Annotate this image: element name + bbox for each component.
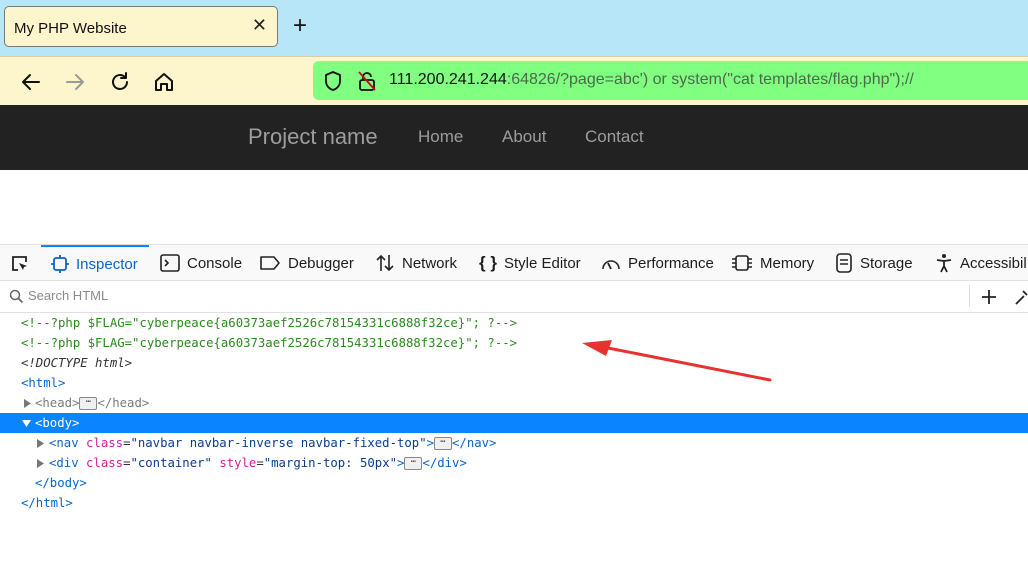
attr-value: "navbar navbar-inverse navbar-fixed-top" bbox=[130, 436, 427, 450]
tab-performance[interactable]: Performance bbox=[601, 245, 714, 281]
debugger-icon bbox=[260, 256, 280, 270]
browser-tab[interactable]: My PHP Website ✕ bbox=[4, 6, 278, 47]
storage-icon bbox=[836, 253, 852, 273]
tab-label: Inspector bbox=[76, 255, 138, 273]
divider bbox=[969, 285, 970, 307]
tab-label: Performance bbox=[628, 254, 714, 272]
attr-name: class bbox=[86, 456, 124, 470]
annotation-arrow bbox=[582, 340, 772, 382]
tab-label: Accessibil bbox=[960, 254, 1027, 272]
expand-arrow-icon[interactable] bbox=[24, 399, 31, 408]
inspector-icon bbox=[51, 255, 69, 273]
tag-text: </html> bbox=[21, 496, 73, 510]
doctype-text: <!DOCTYPE html> bbox=[21, 356, 133, 370]
accessibility-icon bbox=[936, 254, 952, 273]
tag-text: </body> bbox=[35, 476, 87, 490]
attr-name: style bbox=[219, 456, 257, 470]
tree-node-body-close[interactable]: </body> bbox=[0, 473, 1028, 493]
tree-node-html-close[interactable]: </html> bbox=[0, 493, 1028, 513]
tree-node-doctype[interactable]: <!DOCTYPE html> bbox=[0, 353, 1028, 373]
tag-text: </head> bbox=[97, 396, 150, 410]
search-html-bar bbox=[0, 281, 1028, 313]
collapse-arrow-icon[interactable] bbox=[22, 420, 31, 427]
back-icon[interactable] bbox=[20, 71, 42, 93]
tab-accessibility[interactable]: Accessibil bbox=[935, 245, 1027, 281]
comment-text: <!--?php $FLAG="cyberpeace{a60373aef2526… bbox=[21, 316, 518, 330]
tag-text: <body> bbox=[35, 416, 80, 430]
tree-node-head[interactable]: <head> ⋯ </head> bbox=[0, 393, 1028, 413]
network-icon bbox=[376, 254, 394, 272]
tag-text: </div> bbox=[422, 456, 467, 470]
tag-text: </nav> bbox=[452, 436, 497, 450]
insecure-lock-icon[interactable] bbox=[357, 70, 377, 92]
tab-label: Console bbox=[187, 254, 243, 272]
tag-text: <head> bbox=[35, 396, 80, 410]
close-tab-icon[interactable]: ✕ bbox=[252, 15, 267, 36]
tab-label: Memory bbox=[760, 254, 815, 272]
url-bar[interactable]: 111.200.241.244:64826/?page=abc') or sys… bbox=[313, 61, 1028, 100]
tab-label: Network bbox=[402, 254, 458, 272]
search-html-input[interactable] bbox=[28, 288, 928, 303]
expand-arrow-icon[interactable] bbox=[37, 439, 44, 448]
tree-node-comment[interactable]: <!--?php $FLAG="cyberpeace{a60373aef2526… bbox=[0, 333, 1028, 353]
tab-inspector[interactable]: Inspector bbox=[41, 245, 149, 281]
tree-node-div[interactable]: <div class="container" style="margin-top… bbox=[0, 453, 1028, 473]
tab-network[interactable]: Network bbox=[375, 245, 457, 281]
collapsed-ellipsis[interactable]: ⋯ bbox=[79, 397, 98, 410]
tab-strip: My PHP Website ✕ + bbox=[0, 0, 1028, 56]
tree-node-body[interactable]: <body> bbox=[0, 413, 1028, 433]
element-picker-icon[interactable] bbox=[10, 254, 30, 274]
tree-node-nav[interactable]: <nav class="navbar navbar-inverse navbar… bbox=[0, 433, 1028, 453]
tab-console[interactable]: Console bbox=[160, 245, 242, 281]
add-node-icon[interactable] bbox=[980, 288, 998, 306]
reload-icon[interactable] bbox=[109, 71, 131, 93]
home-icon[interactable] bbox=[153, 71, 175, 93]
collapsed-ellipsis[interactable]: ⋯ bbox=[434, 437, 453, 450]
comment-text: <!--?php $FLAG="cyberpeace{a60373aef2526… bbox=[21, 336, 518, 350]
nav-link-contact[interactable]: Contact bbox=[585, 127, 644, 147]
eyedropper-icon[interactable] bbox=[1014, 288, 1028, 306]
tab-debugger[interactable]: Debugger bbox=[259, 245, 354, 281]
tag-text: <html> bbox=[21, 376, 66, 390]
console-icon bbox=[160, 254, 180, 272]
tab-style-editor[interactable]: { } Style Editor bbox=[479, 245, 581, 281]
url-text[interactable]: 111.200.241.244:64826/?page=abc') or sys… bbox=[389, 71, 914, 89]
tab-label: Storage bbox=[860, 254, 913, 272]
tab-storage[interactable]: Storage bbox=[835, 245, 913, 281]
shield-icon[interactable] bbox=[323, 70, 343, 92]
tag-text: <nav bbox=[49, 436, 79, 450]
attr-value: "container" bbox=[130, 456, 212, 470]
site-brand[interactable]: Project name bbox=[248, 124, 378, 150]
tab-label: Style Editor bbox=[503, 254, 581, 272]
attr-name: class bbox=[86, 436, 124, 450]
tab-title: My PHP Website bbox=[14, 20, 127, 37]
tab-memory[interactable]: Memory bbox=[731, 245, 814, 281]
forward-icon[interactable] bbox=[64, 71, 86, 93]
search-icon bbox=[9, 289, 24, 304]
tree-node-html[interactable]: <html> bbox=[0, 373, 1028, 393]
style-editor-icon: { } bbox=[479, 253, 497, 272]
tree-node-comment[interactable]: <!--?php $FLAG="cyberpeace{a60373aef2526… bbox=[0, 313, 1028, 333]
performance-icon bbox=[602, 260, 620, 270]
nav-link-home[interactable]: Home bbox=[418, 127, 463, 147]
tab-label: Debugger bbox=[288, 254, 354, 272]
site-navbar: Project name Home About Contact bbox=[0, 105, 1028, 170]
nav-link-about[interactable]: About bbox=[502, 127, 546, 147]
tag-text: <div bbox=[49, 456, 79, 470]
expand-arrow-icon[interactable] bbox=[37, 459, 44, 468]
new-tab-button[interactable]: + bbox=[293, 12, 307, 40]
attr-value: "margin-top: 50px" bbox=[263, 456, 398, 470]
url-path: :64826/?page=abc') or system("cat templa… bbox=[506, 71, 914, 88]
memory-icon bbox=[732, 255, 752, 271]
devtools-toolbar: Inspector Console Debugger Network { } S… bbox=[0, 244, 1028, 281]
collapsed-ellipsis[interactable]: ⋯ bbox=[404, 457, 423, 470]
url-host: 111.200.241.244 bbox=[389, 71, 507, 88]
